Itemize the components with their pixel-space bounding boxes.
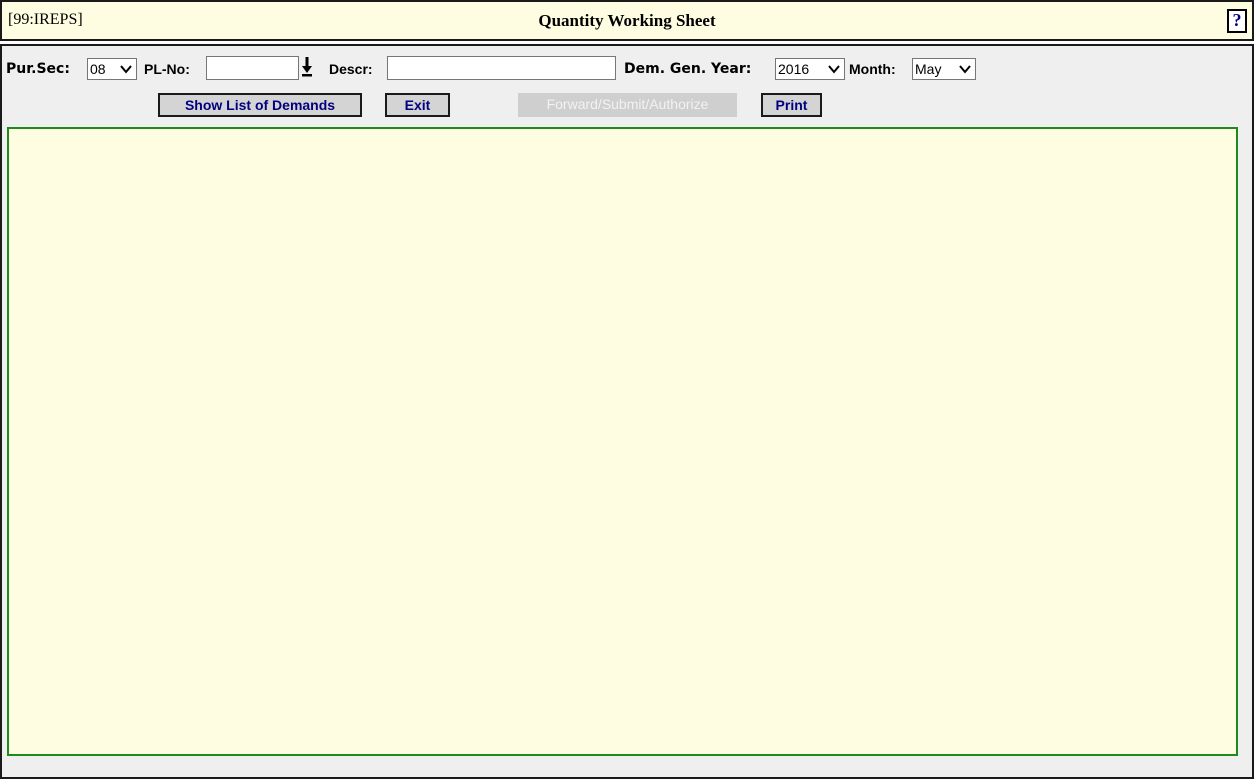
dem-gen-year-value: 2016 xyxy=(778,61,810,77)
chevron-down-icon xyxy=(120,65,132,74)
exit-button[interactable]: Exit xyxy=(385,93,450,117)
pl-no-label: PL-No: xyxy=(144,61,190,77)
title-bar: [99:IREPS] Quantity Working Sheet ? xyxy=(0,0,1254,41)
forward-submit-authorize-button[interactable]: Forward/Submit/Authorize xyxy=(518,93,737,117)
main-panel: Pur.Sec: 08 PL-No: Descr: Dem. Gen. Year… xyxy=(0,44,1254,779)
down-arrow-icon[interactable] xyxy=(301,56,313,78)
pl-no-input[interactable] xyxy=(206,56,299,80)
help-icon[interactable]: ? xyxy=(1227,9,1247,33)
descr-label: Descr: xyxy=(329,61,373,77)
descr-input[interactable] xyxy=(387,56,616,80)
pur-sec-label: Pur.Sec: xyxy=(6,61,70,77)
chevron-down-icon xyxy=(828,65,840,74)
worksheet-content-area xyxy=(7,127,1238,756)
print-button[interactable]: Print xyxy=(761,93,822,117)
pur-sec-value: 08 xyxy=(90,61,106,77)
page-title: Quantity Working Sheet xyxy=(538,11,716,30)
chevron-down-icon xyxy=(959,65,971,74)
month-value: May xyxy=(915,61,942,77)
pur-sec-select[interactable]: 08 xyxy=(87,58,137,80)
month-select[interactable]: May xyxy=(912,58,976,80)
show-list-of-demands-button[interactable]: Show List of Demands xyxy=(158,93,362,117)
month-label: Month: xyxy=(849,61,896,77)
dem-gen-year-select[interactable]: 2016 xyxy=(775,58,845,80)
dem-gen-year-label: Dem. Gen. Year: xyxy=(624,61,752,77)
